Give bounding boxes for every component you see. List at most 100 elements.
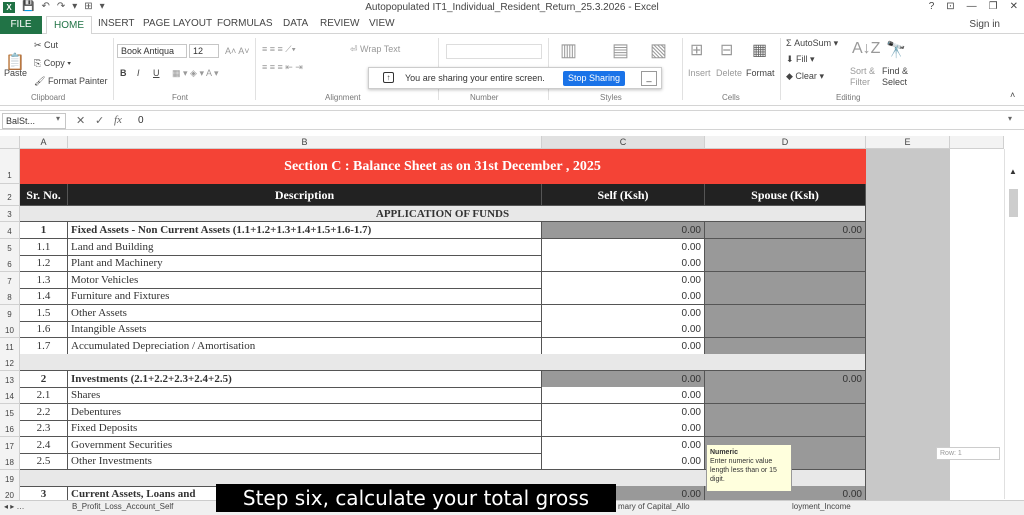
sr-no-cell[interactable]: 1.2 bbox=[20, 255, 68, 272]
align-top-icons[interactable]: ≡ ≡ ≡ ⟋▾ bbox=[262, 44, 296, 55]
description-cell[interactable]: Plant and Machinery bbox=[68, 255, 542, 272]
self-value-cell[interactable]: 0.00 bbox=[542, 272, 705, 289]
grow-font-icon[interactable]: A˄ A˅ bbox=[225, 46, 250, 56]
ribbon-display-icon[interactable]: ⊡ bbox=[946, 1, 954, 12]
find-select-button[interactable]: Find & Select bbox=[882, 66, 916, 88]
minimize-share-button[interactable]: _ bbox=[641, 71, 657, 86]
description-cell[interactable]: Land and Building bbox=[68, 239, 542, 256]
row-header[interactable]: 6 bbox=[0, 255, 20, 272]
sr-no-cell[interactable]: 1.7 bbox=[20, 338, 68, 355]
spouse-value-cell[interactable] bbox=[705, 420, 866, 437]
collapse-ribbon-icon[interactable]: ˄ bbox=[1010, 90, 1015, 100]
tab-page-layout[interactable]: PAGE LAYOUT bbox=[143, 18, 212, 29]
self-value-cell[interactable]: 0.00 bbox=[542, 387, 705, 404]
cell-styles-icon[interactable]: ▧ bbox=[650, 40, 667, 61]
tab-review[interactable]: REVIEW bbox=[320, 18, 359, 29]
sr-no-cell[interactable]: 2.5 bbox=[20, 453, 68, 470]
row-header[interactable]: 18 bbox=[0, 453, 20, 470]
delete-cells-icon[interactable]: ⊟ bbox=[720, 40, 733, 60]
format-as-table-icon[interactable]: ▤ bbox=[612, 40, 629, 61]
spouse-value-cell[interactable] bbox=[705, 321, 866, 338]
row-header[interactable]: 7 bbox=[0, 272, 20, 289]
close-icon[interactable]: ✕ bbox=[1010, 1, 1018, 12]
spouse-value-cell[interactable] bbox=[705, 338, 866, 355]
font-size-select[interactable]: 12 bbox=[189, 44, 219, 58]
sheet-tab-capital-allowance[interactable]: mary of Capital_Allo bbox=[618, 502, 690, 511]
enter-icon[interactable]: ✓ bbox=[95, 114, 104, 127]
row-header[interactable]: 13 bbox=[0, 371, 20, 388]
self-value-cell[interactable]: 0.00 bbox=[542, 420, 705, 437]
self-value-cell[interactable]: 0.00 bbox=[542, 404, 705, 421]
sheet-tab-profit-loss[interactable]: B_Profit_Loss_Account_Self bbox=[72, 502, 173, 511]
section-title[interactable]: Section C : Balance Sheet as on 31st Dec… bbox=[20, 149, 866, 184]
insert-cells-button[interactable]: Insert bbox=[688, 68, 711, 78]
sr-no-cell[interactable]: 1.1 bbox=[20, 239, 68, 256]
self-value-cell[interactable]: 0.00 bbox=[542, 453, 705, 470]
wrap-text-button[interactable]: ⏎ Wrap Text bbox=[350, 44, 400, 55]
row-header[interactable]: 1 bbox=[0, 149, 20, 184]
format-cells-icon[interactable]: ▦ bbox=[752, 40, 767, 60]
spouse-value-cell[interactable]: 0.00 bbox=[705, 222, 866, 239]
sr-no-cell[interactable]: 2.2 bbox=[20, 404, 68, 421]
stop-sharing-button[interactable]: Stop Sharing bbox=[563, 71, 625, 86]
sort-filter-button[interactable]: Sort & Filter bbox=[850, 66, 880, 88]
tab-home[interactable]: HOME bbox=[46, 16, 92, 35]
column-header-c[interactable]: C bbox=[542, 136, 705, 149]
expand-formula-icon[interactable]: ▾ bbox=[1008, 114, 1012, 123]
self-value-cell[interactable]: 0.00 bbox=[542, 222, 705, 239]
tab-file[interactable]: FILE bbox=[0, 16, 42, 34]
row-header[interactable]: 11 bbox=[0, 338, 20, 355]
tab-data[interactable]: DATA bbox=[283, 18, 308, 29]
application-of-funds-heading[interactable]: APPLICATION OF FUNDS bbox=[20, 206, 866, 222]
spouse-value-cell[interactable] bbox=[705, 387, 866, 404]
insert-cells-icon[interactable]: ⊞ bbox=[690, 40, 703, 60]
tab-view[interactable]: VIEW bbox=[369, 18, 395, 29]
row-header[interactable]: 10 bbox=[0, 321, 20, 338]
spouse-value-cell[interactable] bbox=[705, 239, 866, 256]
row-header[interactable]: 3 bbox=[0, 206, 20, 222]
sr-no-cell[interactable]: 1.5 bbox=[20, 305, 68, 322]
header-self[interactable]: Self (Ksh) bbox=[542, 184, 705, 206]
tab-insert[interactable]: INSERT bbox=[98, 18, 135, 29]
sheet-tab-employment-income[interactable]: loyment_Income bbox=[792, 502, 851, 511]
delete-cells-button[interactable]: Delete bbox=[716, 68, 742, 78]
help-icon[interactable]: ? bbox=[929, 1, 935, 12]
number-format-select[interactable] bbox=[446, 44, 542, 59]
row-header[interactable]: 16 bbox=[0, 420, 20, 437]
find-select-icon[interactable]: 🔭 bbox=[886, 40, 906, 60]
row-header[interactable]: 4 bbox=[0, 222, 20, 239]
description-cell[interactable]: Fixed Deposits bbox=[68, 420, 542, 437]
format-painter-button[interactable]: 🖌 Format Painter bbox=[34, 76, 107, 87]
row-header[interactable]: 19 bbox=[0, 470, 20, 487]
spouse-value-cell[interactable] bbox=[705, 404, 866, 421]
description-cell[interactable]: Motor Vehicles bbox=[68, 272, 542, 289]
row-header[interactable]: 9 bbox=[0, 305, 20, 322]
vertical-scrollbar[interactable]: ▲ bbox=[1004, 149, 1022, 499]
description-cell[interactable]: Other Investments bbox=[68, 453, 542, 470]
sr-no-cell[interactable]: 1 bbox=[20, 222, 68, 239]
description-cell[interactable]: Shares bbox=[68, 387, 542, 404]
header-sr-no[interactable]: Sr. No. bbox=[20, 184, 68, 206]
conditional-formatting-icon[interactable]: ▥ bbox=[560, 40, 577, 61]
row-header[interactable]: 12 bbox=[0, 354, 20, 371]
column-header-blank[interactable] bbox=[950, 136, 1004, 149]
self-value-cell[interactable]: 0.00 bbox=[542, 239, 705, 256]
self-value-cell[interactable]: 0.00 bbox=[542, 371, 705, 388]
sr-no-cell[interactable]: 1.6 bbox=[20, 321, 68, 338]
namebox-dropdown-icon[interactable]: ▾ bbox=[56, 114, 60, 123]
format-cells-button[interactable]: Format bbox=[746, 68, 775, 78]
description-cell[interactable]: Intangible Assets bbox=[68, 321, 542, 338]
spouse-value-cell[interactable] bbox=[705, 305, 866, 322]
spouse-value-cell[interactable] bbox=[705, 255, 866, 272]
sr-no-cell[interactable]: 2.1 bbox=[20, 387, 68, 404]
row-header[interactable]: 8 bbox=[0, 288, 20, 305]
sr-no-cell[interactable]: 2.4 bbox=[20, 437, 68, 454]
row-header[interactable]: 17 bbox=[0, 437, 20, 454]
column-header-d[interactable]: D bbox=[705, 136, 866, 149]
description-cell[interactable]: Other Assets bbox=[68, 305, 542, 322]
restore-icon[interactable]: ❐ bbox=[989, 1, 998, 12]
column-header-b[interactable]: B bbox=[68, 136, 542, 149]
column-header-a[interactable]: A bbox=[20, 136, 68, 149]
header-spouse[interactable]: Spouse (Ksh) bbox=[705, 184, 866, 206]
scroll-up-icon[interactable]: ▲ bbox=[1009, 167, 1017, 176]
